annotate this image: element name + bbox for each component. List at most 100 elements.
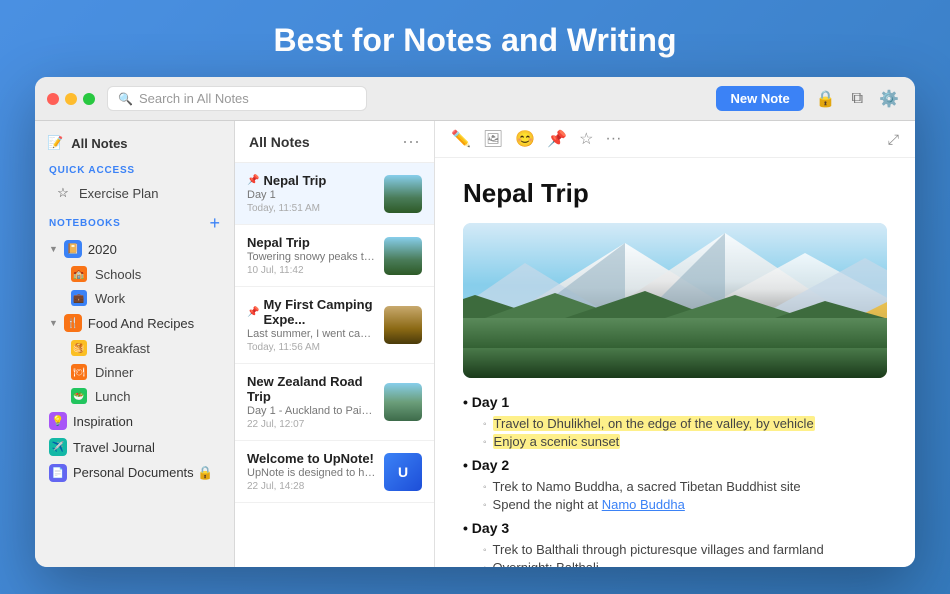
- pin-icon-3: 📌: [247, 307, 259, 318]
- edit-icon[interactable]: ✏️: [451, 129, 471, 149]
- notes-list-title: All Notes: [249, 134, 310, 150]
- day-3-item-2-text: Overnight: Balthali: [493, 560, 599, 567]
- notes-list: All Notes ··· 📌 Nepal Trip Day 1 Today, …: [235, 121, 435, 567]
- star-toolbar-icon[interactable]: ☆: [579, 129, 593, 149]
- sidebar: 📝 All Notes QUICK ACCESS ☆ Exercise Plan…: [35, 121, 235, 567]
- pin-icon-1: 📌: [247, 175, 259, 186]
- day-1-item-2: ◦ Enjoy a scenic sunset: [483, 434, 887, 449]
- note-item-nepal-1[interactable]: 📌 Nepal Trip Day 1 Today, 11:51 AM: [235, 163, 434, 225]
- notebook-food-recipes: ▼ 🍴 Food And Recipes 🥞 Breakfast 🍽 Dinne…: [35, 310, 234, 408]
- day-2-item-1-text: Trek to Namo Buddha, a sacred Tibetan Bu…: [493, 479, 801, 494]
- sidebar-item-exercise-plan[interactable]: ☆ Exercise Plan: [35, 180, 234, 206]
- all-notes-icon: 📝: [47, 135, 63, 151]
- search-icon: 🔍: [118, 92, 133, 106]
- editor-note-title: Nepal Trip: [463, 178, 887, 209]
- note-item-camping[interactable]: 📌 My First Camping Expe... Last summer, …: [235, 287, 434, 364]
- note-info-welcome: Welcome to UpNote! UpNote is designed to…: [247, 451, 376, 492]
- note-item-welcome[interactable]: Welcome to UpNote! UpNote is designed to…: [235, 441, 434, 503]
- notebook-inspiration[interactable]: 💡 Inspiration: [35, 408, 234, 434]
- note-thumb-nepal-1: [384, 175, 422, 213]
- notebook-dinner[interactable]: 🍽 Dinner: [35, 360, 234, 384]
- settings-icon[interactable]: ⚙️: [875, 87, 903, 111]
- notebook-2020-icon: 📔: [64, 240, 82, 258]
- note-date-welcome: 22 Jul, 14:28: [247, 481, 376, 492]
- sub-bullet-3: ◦: [483, 482, 487, 493]
- editor-content: Nepal Trip: [435, 158, 915, 567]
- day-3-item-2: ◦ Overnight: Balthali: [483, 560, 887, 567]
- note-item-nz[interactable]: New Zealand Road Trip Day 1 - Auckland t…: [235, 364, 434, 441]
- day-2-item-1: ◦ Trek to Namo Buddha, a sacred Tibetan …: [483, 479, 887, 494]
- hero-image: [463, 223, 887, 378]
- duplicate-icon[interactable]: ⧉: [848, 88, 867, 110]
- travel-journal-icon: ✈️: [49, 438, 67, 456]
- minimize-button[interactable]: [65, 93, 77, 105]
- pin-toolbar-icon[interactable]: 📌: [547, 129, 567, 149]
- food-recipes-label: Food And Recipes: [88, 316, 194, 331]
- notes-list-header: All Notes ···: [235, 121, 434, 163]
- note-date-nepal-1: Today, 11:51 AM: [247, 203, 376, 214]
- sidebar-all-notes[interactable]: 📝 All Notes: [35, 129, 234, 157]
- note-editor: ✏️ 🖼 😊 📌 ☆ ··· ⤢ Nepal Trip: [435, 121, 915, 567]
- note-title-nepal-1: Nepal Trip: [263, 173, 326, 188]
- notebook-schools[interactable]: 🏫 Schools: [35, 262, 234, 286]
- notebook-work[interactable]: 💼 Work: [35, 286, 234, 310]
- notebook-2020-header[interactable]: ▼ 📔 2020: [35, 236, 234, 262]
- note-info-nepal-2: Nepal Trip Towering snowy peaks trac... …: [247, 235, 376, 276]
- day-2-list: ◦ Trek to Namo Buddha, a sacred Tibetan …: [463, 479, 887, 512]
- app-window: 🔍 Search in All Notes New Note 🔒 ⧉ ⚙️ 📝 …: [35, 77, 915, 567]
- lunch-icon: 🥗: [71, 388, 87, 404]
- day-3-list: ◦ Trek to Balthali through picturesque v…: [463, 542, 887, 567]
- note-preview-welcome: UpNote is designed to hel...: [247, 467, 376, 479]
- notebook-food-header[interactable]: ▼ 🍴 Food And Recipes: [35, 310, 234, 336]
- note-info-camping: 📌 My First Camping Expe... Last summer, …: [247, 297, 376, 353]
- maximize-button[interactable]: [83, 93, 95, 105]
- title-bar: 🔍 Search in All Notes New Note 🔒 ⧉ ⚙️: [35, 77, 915, 121]
- day-1-item-2-text: Enjoy a scenic sunset: [493, 434, 621, 449]
- inspiration-label: Inspiration: [73, 414, 133, 429]
- note-preview-nz: Day 1 - Auckland to Paihia: [247, 405, 376, 417]
- new-note-button[interactable]: New Note: [716, 86, 803, 111]
- title-bar-actions: New Note 🔒 ⧉ ⚙️: [716, 86, 903, 111]
- dinner-label: Dinner: [95, 365, 133, 380]
- day-2-item-2-text: Spend the night at Namo Buddha: [493, 497, 685, 512]
- day-1-item-1-text: Travel to Dhulikhel, on the edge of the …: [493, 416, 815, 431]
- notes-list-menu-button[interactable]: ···: [402, 131, 420, 152]
- note-title-camping: My First Camping Expe...: [263, 297, 376, 327]
- lock-icon[interactable]: 🔒: [812, 87, 840, 111]
- chevron-down-icon-2: ▼: [49, 318, 58, 328]
- main-content: 📝 All Notes QUICK ACCESS ☆ Exercise Plan…: [35, 121, 915, 567]
- search-input[interactable]: Search in All Notes: [139, 91, 249, 106]
- traffic-lights: [47, 93, 95, 105]
- notebook-travel-journal[interactable]: ✈️ Travel Journal: [35, 434, 234, 460]
- close-button[interactable]: [47, 93, 59, 105]
- notebook-breakfast[interactable]: 🥞 Breakfast: [35, 336, 234, 360]
- all-notes-label: All Notes: [71, 136, 127, 151]
- work-icon: 💼: [71, 290, 87, 306]
- emoji-icon[interactable]: 😊: [515, 129, 535, 149]
- note-preview-camping: Last summer, I went campi...: [247, 328, 376, 340]
- chevron-down-icon: ▼: [49, 244, 58, 254]
- note-item-nepal-2[interactable]: Nepal Trip Towering snowy peaks trac... …: [235, 225, 434, 287]
- note-thumb-welcome: U: [384, 453, 422, 491]
- note-date-nz: 22 Jul, 12:07: [247, 419, 376, 430]
- expand-icon[interactable]: ⤢: [888, 131, 899, 148]
- more-icon[interactable]: ···: [605, 130, 621, 148]
- namo-buddha-link[interactable]: Namo Buddha: [602, 497, 685, 512]
- star-icon: ☆: [55, 185, 71, 201]
- food-recipes-icon: 🍴: [64, 314, 82, 332]
- day-3-item-1-text: Trek to Balthali through picturesque vil…: [493, 542, 824, 557]
- day-3-heading: • Day 3: [463, 520, 887, 536]
- note-date-nepal-2: 10 Jul, 11:42: [247, 265, 376, 276]
- notebook-lunch[interactable]: 🥗 Lunch: [35, 384, 234, 408]
- day-1-heading: • Day 1: [463, 394, 887, 410]
- notebook-personal-docs[interactable]: 📄 Personal Documents 🔒: [35, 460, 234, 486]
- travel-journal-label: Travel Journal: [73, 440, 155, 455]
- search-bar[interactable]: 🔍 Search in All Notes: [107, 86, 367, 111]
- note-thumb-nepal-2: [384, 237, 422, 275]
- personal-docs-label: Personal Documents 🔒: [73, 465, 213, 481]
- notebook-2020-label: 2020: [88, 242, 117, 257]
- add-notebook-button[interactable]: +: [209, 214, 220, 232]
- note-date-camping: Today, 11:56 AM: [247, 342, 376, 353]
- image-icon[interactable]: 🖼: [483, 129, 503, 149]
- personal-docs-icon: 📄: [49, 464, 67, 482]
